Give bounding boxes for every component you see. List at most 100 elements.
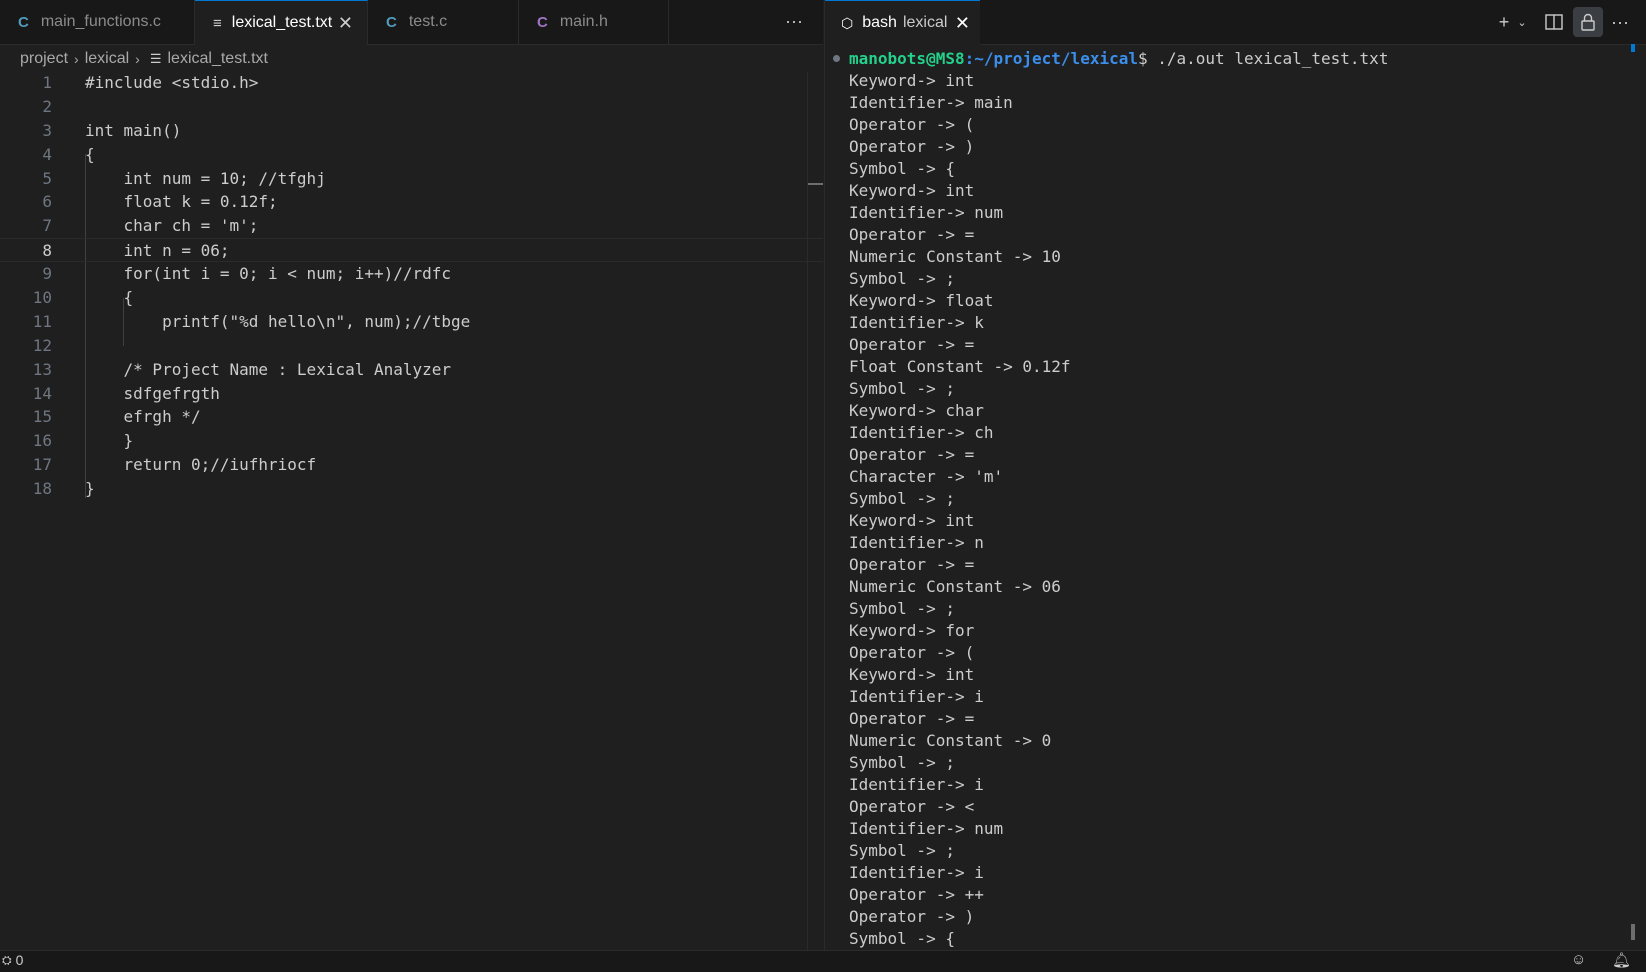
line-number: 7 [42, 216, 52, 236]
tab-label: main_functions.c [40, 13, 161, 30]
terminal-scrollbar-thumb[interactable] [1631, 924, 1635, 940]
chevron-down-icon[interactable]: ⌄ [1515, 10, 1529, 34]
terminal-output[interactable]: manobots@MS8:~/project/lexical$ ./a.out … [849, 48, 1629, 950]
line-number: 16 [32, 431, 52, 451]
new-terminal-icon[interactable]: + [1493, 10, 1515, 34]
text-file-icon: ☰ [149, 51, 162, 66]
code-line[interactable]: 2 [0, 95, 823, 119]
tab-label: lexical_test.txt [231, 14, 333, 31]
terminal-output-line: Operator -> = [849, 709, 975, 728]
code-text: sdfgefrgth [85, 383, 220, 403]
bell-icon[interactable]: 🔔︎ [1612, 951, 1631, 969]
line-number: 1 [42, 73, 52, 92]
line-number: 14 [32, 383, 52, 403]
terminal-output-line: Operator -> = [849, 445, 975, 464]
terminal-output-line: Numeric Constant -> 0 [849, 731, 1052, 750]
terminal-output-line: Keyword-> float [849, 291, 994, 310]
code-line[interactable]: 9 for(int i = 0; i < num; i++)//rdfc [0, 262, 823, 286]
terminal-prompt-line: manobots@MS8:~/project/lexical$ ./a.out … [849, 48, 1629, 70]
copilot-icon[interactable]: ☺ [1571, 951, 1586, 968]
close-icon[interactable]: ✕ [955, 13, 970, 34]
breadcrumb: project › lexical › ☰ lexical_test.txt [20, 46, 268, 72]
more-actions-icon[interactable]: ··· [1607, 10, 1633, 34]
split-editor-icon[interactable] [1541, 10, 1567, 34]
command-status-icon[interactable] [833, 55, 840, 62]
code-line[interactable]: 4{ [0, 143, 823, 167]
terminal-tab-sublabel: lexical [902, 14, 948, 31]
terminal-tab-label: bash [862, 14, 897, 31]
tab-main-functions-c[interactable]: C main_functions.c [0, 0, 195, 44]
line-number: 17 [32, 455, 52, 475]
c-file-icon: C [18, 13, 29, 31]
terminal-output-line: Identifier-> num [849, 819, 1004, 838]
tab-label: test.c [408, 13, 448, 30]
terminal-output-line: Operator -> ) [849, 137, 975, 156]
line-number: 18 [32, 479, 52, 499]
line-number: 4 [42, 144, 52, 164]
line-number: 9 [42, 264, 52, 284]
lock-icon[interactable] [1573, 7, 1603, 37]
close-icon[interactable]: ✕ [338, 13, 353, 34]
more-actions-icon[interactable]: ··· [782, 10, 806, 34]
code-line[interactable]: 13 /* Project Name : Lexical Analyzer [0, 358, 823, 382]
code-line[interactable]: 18} [0, 477, 823, 501]
code-line[interactable]: 8 int n = 06; [0, 238, 823, 263]
tab-terminal-bash[interactable]: ⬡ bash lexical ✕ [825, 0, 980, 45]
prompt-user-host: manobots@MS8 [849, 49, 965, 68]
tab-lexical-test-txt[interactable]: ≡ lexical_test.txt ✕ [195, 0, 368, 45]
editor-scrollbar[interactable] [807, 72, 808, 950]
terminal-output-line: Symbol -> ; [849, 599, 955, 618]
code-line[interactable]: 6 float k = 0.12f; [0, 190, 823, 214]
code-text: for(int i = 0; i < num; i++)//rdfc [85, 264, 452, 284]
breadcrumb-item-file[interactable]: lexical_test.txt [168, 50, 268, 68]
terminal-output-line: Identifier-> i [849, 775, 984, 794]
code-text: int n = 06; [85, 241, 230, 261]
terminal-output-line: Keyword-> int [849, 71, 975, 90]
terminal-output-line: Operator -> ( [849, 643, 975, 662]
terminal-output-line: Operator -> < [849, 797, 975, 816]
c-file-icon: C [386, 13, 397, 31]
breadcrumb-item-lexical[interactable]: lexical [85, 50, 129, 68]
editor-scrollbar-thumb[interactable] [808, 183, 823, 185]
c-header-file-icon: C [537, 13, 548, 31]
terminal-output-line: Operator -> = [849, 225, 975, 244]
code-text: return 0;//iufhriocf [85, 455, 317, 475]
code-text: #include <stdio.h> [85, 73, 259, 92]
terminal-output-line: Numeric Constant -> 10 [849, 247, 1061, 266]
code-text: { [85, 144, 95, 164]
code-line[interactable]: 16 } [0, 429, 823, 453]
terminal-output-line: Operator -> ( [849, 115, 975, 134]
code-line[interactable]: 11 printf("%d hello\n", num);//tbge [0, 310, 823, 334]
terminal-output-line: Identifier-> main [849, 93, 1013, 112]
text-file-icon: ≡ [213, 14, 222, 32]
breadcrumb-item-project[interactable]: project [20, 50, 68, 68]
code-line[interactable]: 17 return 0;//iufhriocf [0, 453, 823, 477]
ports-icon: ⛭ [2, 952, 12, 967]
ports-status[interactable]: ⛭ 0 [2, 952, 23, 968]
code-line[interactable]: 12 [0, 334, 823, 358]
terminal-output-line: Operator -> ) [849, 907, 975, 926]
code-line[interactable]: 10 { [0, 286, 823, 310]
terminal-output-line: Identifier-> i [849, 863, 984, 882]
editor-tab-bar: C main_functions.c ≡ lexical_test.txt ✕ … [0, 0, 823, 45]
code-line[interactable]: 14 sdfgefrgth [0, 382, 823, 406]
code-text: printf("%d hello\n", num);//tbge [85, 311, 471, 331]
tab-main-h[interactable]: C main.h [519, 0, 669, 44]
terminal-output-line: Operator -> = [849, 555, 975, 574]
code-text: efrgh */ [85, 407, 201, 427]
terminal-output-line: Symbol -> { [849, 929, 955, 948]
terminal-output-line: Keyword-> char [849, 401, 984, 420]
code-line[interactable]: 7 char ch = 'm'; [0, 214, 823, 238]
code-editor[interactable]: 1 #include <stdio.h> 2 3 int main() 4{5 int n… [0, 71, 823, 501]
code-line[interactable]: 3 int main() [0, 119, 823, 143]
tab-test-c[interactable]: C test.c [368, 0, 519, 44]
terminal-output-line: Symbol -> ; [849, 489, 955, 508]
terminal-output-line: Character -> 'm' [849, 467, 1004, 486]
code-line[interactable]: 5 int num = 10; //tfghj [0, 167, 823, 191]
line-number: 2 [42, 96, 52, 116]
terminal-output-line: Identifier-> k [849, 313, 984, 332]
code-line[interactable]: 1 #include <stdio.h> [0, 71, 823, 95]
code-line[interactable]: 15 efrgh */ [0, 405, 823, 429]
terminal-output-line: Identifier-> i [849, 687, 984, 706]
code-text: int main() [85, 120, 182, 140]
